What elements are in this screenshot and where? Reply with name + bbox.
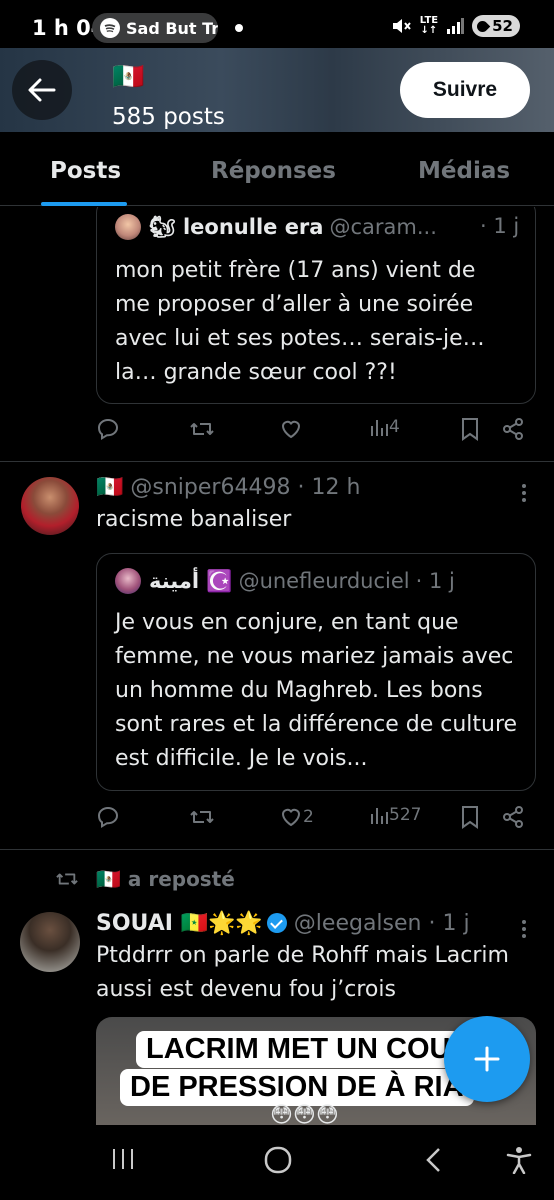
reply-icon [97,806,119,828]
signal-icon [447,18,465,34]
notification-dot-icon [235,24,243,32]
status-icons: LTE ↓↑ 52 [390,15,520,37]
tab-replies[interactable]: Réponses [211,158,336,184]
quote-author-name: أمينة ☪️ [149,568,233,593]
reply-button[interactable] [96,805,120,829]
like-button[interactable]: 2 [279,805,314,829]
recent-apps-button[interactable] [110,1146,136,1176]
repost-label[interactable]: 🇲🇽 a reposté [96,867,235,891]
profile-flag: 🇲🇽 [112,62,145,92]
network-type: LTE ↓↑ [419,15,439,36]
quote-author-handle: @unefleurduciel [238,569,410,593]
share-button[interactable] [501,805,525,829]
posts-count: 585 posts [112,104,225,130]
back-button[interactable] [12,60,72,120]
system-nav-bar [0,1126,554,1200]
accessibility-button[interactable] [506,1146,532,1178]
like-icon [281,808,301,827]
tweet-time: · 12 h [297,475,361,500]
media-caption: DE PRESSION DE À RIA [120,1069,474,1106]
quoted-tweet[interactable]: 🐿 leonulle era @caram... · 1 j mon petit… [96,207,536,404]
views-count: 4 [389,417,400,437]
follow-button[interactable]: Suivre [400,62,530,118]
views-icon [371,420,388,436]
bookmark-button[interactable] [460,805,480,829]
like-icon [281,420,301,439]
reply-button[interactable] [96,417,120,441]
tweet-text: racisme banaliser [96,507,292,532]
tweet-text: Ptddrrr on parle de Rohff mais Lacrim au… [96,943,509,1002]
tweet-header: 🇲🇽 @sniper64498 · 12 h [96,475,360,500]
tweet-header: SOUAI 🇸🇳🌟🌟 @leegalsen · 1 j [96,911,470,936]
profile-header: 🇲🇽 585 posts Suivre [0,48,554,132]
plus-icon [474,1046,500,1072]
avatar [115,568,141,594]
bookmark-button[interactable] [460,417,480,441]
feed[interactable]: 🐿 leonulle era @caram... · 1 j mon petit… [0,207,554,1125]
back-arrow-icon [28,78,56,102]
divider [0,461,554,462]
repost-button[interactable] [189,805,215,829]
profile-tabs: Posts Réponses Médias [0,132,554,206]
bookmark-icon [462,806,478,829]
reply-icon [97,418,119,440]
author-flag: 🇲🇽 [96,475,124,500]
quote-time: · 1 j [480,214,520,238]
more-button[interactable] [522,917,526,941]
repost-icon [190,811,214,823]
repost-icon [56,873,78,885]
compose-button[interactable] [444,1016,530,1102]
author-name[interactable]: SOUAI 🇸🇳🌟🌟 [96,911,263,936]
home-button[interactable] [264,1146,292,1178]
repost-icon [190,423,214,435]
tab-posts[interactable]: Posts [50,158,121,184]
media-playing-chip[interactable]: Sad But Tr [92,13,218,43]
media-emoji: 😳😳😳 [270,1103,339,1125]
tab-media[interactable]: Médias [418,158,510,184]
nav-back-icon [426,1148,440,1172]
views-icon [371,808,388,824]
share-button[interactable] [501,417,525,441]
quote-author-name: 🐿 leonulle era [149,214,324,239]
share-icon [503,806,523,828]
more-button[interactable] [522,481,526,505]
recent-apps-icon [113,1149,133,1169]
bookmark-icon [462,418,478,441]
nav-back-button[interactable] [424,1146,444,1178]
avatar[interactable] [21,477,79,535]
quote-text: mon petit frère (17 ans) vient de me pro… [115,258,485,385]
views-button[interactable]: 4 [369,417,400,437]
mute-icon [392,19,411,33]
quoted-tweet[interactable]: أمينة ☪️ @unefleurduciel · 1 j Je vous e… [96,553,536,791]
media-caption: LACRIM MET UN COU [136,1031,461,1068]
tweet-actions: 2 527 [96,805,536,835]
like-count: 2 [303,807,314,827]
battery-indicator: 52 [472,15,520,37]
divider [0,849,554,850]
like-button[interactable] [279,417,303,441]
verified-icon [266,913,287,933]
home-icon [264,1146,292,1174]
spotify-icon [100,18,120,38]
author-handle[interactable]: @leegalsen [294,911,422,936]
repost-button[interactable] [189,417,215,441]
avatar [115,214,141,240]
active-tab-indicator [41,202,127,206]
accessibility-icon [506,1147,532,1175]
tweet-time: · 1 j [428,911,470,936]
tweet-actions: 4 [96,417,536,447]
views-count: 527 [389,805,422,825]
author-handle[interactable]: @sniper64498 [130,475,290,500]
quote-time: · 1 j [415,569,455,593]
media-title: Sad But Tr [126,18,218,38]
avatar[interactable] [20,912,80,972]
quote-author-handle: @caram... [329,215,437,239]
share-icon [503,418,523,440]
quote-text: Je vous en conjure, en tant que femme, n… [115,610,518,771]
views-button[interactable]: 527 [369,805,421,825]
